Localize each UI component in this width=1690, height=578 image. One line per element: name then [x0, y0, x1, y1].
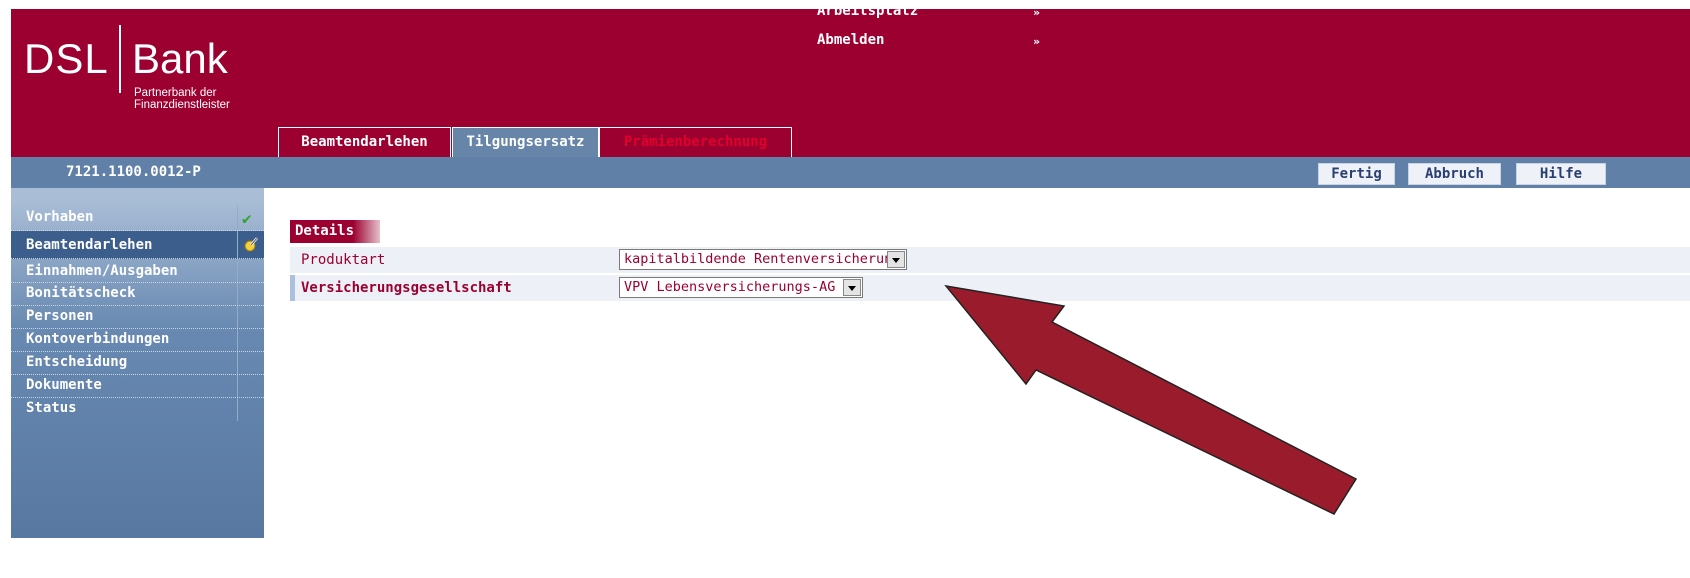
- sidebar-item-einnahmen-ausgaben[interactable]: Einnahmen/Ausgaben: [11, 259, 264, 283]
- arrow-shape: [944, 284, 1358, 515]
- double-chevron-right-icon[interactable]: »: [1033, 9, 1040, 19]
- sidebar: Vorhaben ✔ Beamtendarlehen Einnahmen/Aus…: [11, 188, 264, 538]
- sidebar-item-label: Entscheidung: [26, 354, 128, 370]
- produktart-label: Produktart: [301, 252, 386, 268]
- abbruch-button[interactable]: Abbruch: [1408, 163, 1501, 185]
- dropdown-arrow-icon[interactable]: [887, 251, 905, 268]
- fertig-button[interactable]: Fertig: [1318, 163, 1395, 185]
- sidebar-item-entscheidung[interactable]: Entscheidung: [11, 352, 264, 375]
- status-cell: [237, 306, 264, 328]
- sidebar-item-personen[interactable]: Personen: [11, 306, 264, 329]
- link-abmelden[interactable]: Abmelden: [817, 32, 884, 48]
- details-section-header: Details: [290, 220, 380, 243]
- header: DSL Bank Partnerbank der Finanzdienstlei…: [11, 9, 1690, 157]
- toolbar: 7121.1100.0012-P Fertig Abbruch Hilfe: [11, 157, 1690, 188]
- sidebar-item-bonitaetscheck[interactable]: Bonitätscheck: [11, 283, 264, 306]
- sidebar-item-dokumente[interactable]: Dokumente: [11, 375, 264, 398]
- tab-praemienberechnung[interactable]: Prämienberechnung: [599, 127, 792, 157]
- status-cell: [237, 375, 264, 397]
- logo-text-bank: Bank: [132, 35, 228, 82]
- double-chevron-right-icon[interactable]: »: [1033, 35, 1040, 48]
- tab-tilgungsersatz[interactable]: Tilgungsersatz: [452, 127, 599, 157]
- status-cell: [237, 352, 264, 374]
- sidebar-item-label: Vorhaben: [26, 209, 94, 225]
- sidebar-item-kontoverbindungen[interactable]: Kontoverbindungen: [11, 329, 264, 352]
- contract-number: 7121.1100.0012-P: [66, 164, 201, 180]
- logo-tagline: Partnerbank der Finanzdienstleister: [134, 87, 264, 111]
- annotation-arrow: [944, 284, 1358, 515]
- logo-text-dsl: DSL: [24, 35, 109, 82]
- link-arbeitsplatz[interactable]: Arbeitsplatz: [817, 9, 918, 19]
- sidebar-item-vorhaben[interactable]: Vorhaben ✔: [11, 205, 264, 231]
- status-cell: [237, 329, 264, 351]
- row-focus-marker: [290, 275, 295, 301]
- versicherungsgesellschaft-select[interactable]: VPV Lebensversicherungs-AG: [619, 277, 863, 298]
- sidebar-item-label: Dokumente: [26, 377, 102, 393]
- sidebar-item-status[interactable]: Status: [11, 398, 264, 421]
- sidebar-item-label: Personen: [26, 308, 94, 324]
- dropdown-arrow-icon[interactable]: [843, 279, 861, 296]
- hilfe-button[interactable]: Hilfe: [1516, 163, 1606, 185]
- sidebar-item-label: Einnahmen/Ausgaben: [26, 263, 178, 279]
- dsl-bank-logo: DSL Bank Partnerbank der Finanzdienstlei…: [24, 17, 254, 127]
- status-cell: [237, 398, 264, 421]
- check-icon: ✔: [242, 209, 252, 228]
- app-window: DSL Bank Partnerbank der Finanzdienstlei…: [11, 9, 1690, 538]
- form-row-produktart: Produktart kapitalbildende Rentenversich…: [290, 247, 1690, 273]
- status-cell: [237, 283, 264, 305]
- versicherungsgesellschaft-value: VPV Lebensversicherungs-AG: [624, 279, 836, 295]
- sidebar-item-beamtendarlehen[interactable]: Beamtendarlehen: [11, 231, 264, 259]
- versicherungsgesellschaft-label: Versicherungsgesellschaft: [301, 280, 512, 296]
- sidebar-item-label: Kontoverbindungen: [26, 331, 170, 347]
- pencil-icon: [244, 237, 258, 252]
- sidebar-item-label: Bonitätscheck: [26, 285, 136, 301]
- produktart-select[interactable]: kapitalbildende Rentenversicherung: [619, 249, 907, 270]
- sidebar-item-label: Status: [26, 400, 77, 416]
- status-cell: [237, 259, 264, 282]
- tagline-line-2: Finanzdienstleister: [134, 99, 230, 111]
- sidebar-item-label: Beamtendarlehen: [26, 237, 153, 253]
- tagline-line-1: Partnerbank der: [134, 87, 217, 99]
- tab-beamtendarlehen[interactable]: Beamtendarlehen: [278, 127, 451, 157]
- produktart-value: kapitalbildende Rentenversicherung: [624, 251, 901, 267]
- logo-separator: [119, 25, 121, 93]
